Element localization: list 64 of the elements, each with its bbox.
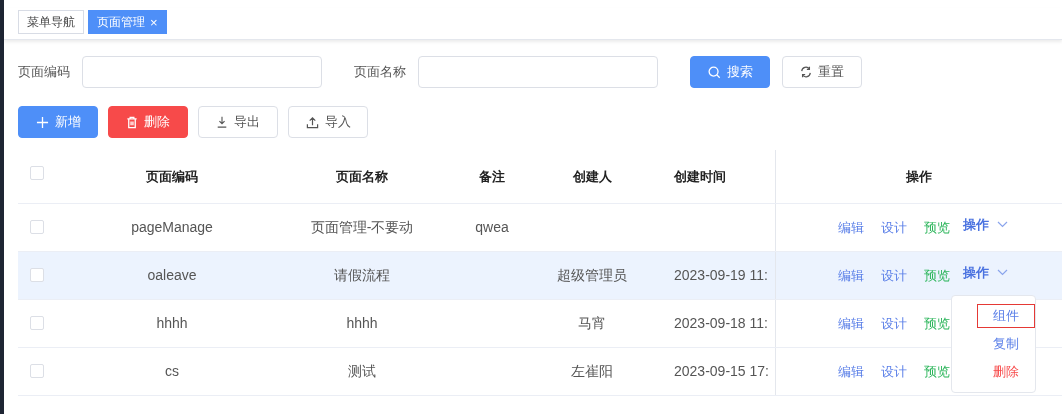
plus-icon xyxy=(35,115,49,129)
action-link[interactable]: 设计 xyxy=(881,313,907,334)
menu-item[interactable]: 删除 xyxy=(976,359,1035,384)
table-cell-text: hhhh xyxy=(156,314,188,333)
table-cell-text: 超级管理员 xyxy=(557,266,627,285)
action-link[interactable]: 设计 xyxy=(881,217,907,238)
nav-tab[interactable]: 页面管理 × xyxy=(88,10,167,34)
table-cell-text: cs xyxy=(165,362,179,381)
table-cell-text: 2023-09-18 11: xyxy=(674,314,768,333)
column-header: 页面编码 xyxy=(146,167,198,186)
menu-item[interactable]: 复制 xyxy=(976,331,1035,356)
action-link[interactable]: 编辑 xyxy=(838,265,864,286)
upload-icon xyxy=(305,115,319,129)
action-link[interactable]: 设计 xyxy=(881,265,907,286)
preview-link[interactable]: 预览 xyxy=(924,217,950,238)
download-button[interactable]: 导出 xyxy=(198,106,278,138)
checkbox[interactable] xyxy=(30,268,44,282)
checkbox[interactable] xyxy=(30,316,44,330)
table-cell-text: 2023-09-19 11: xyxy=(674,266,768,285)
field-label: 页面名称 xyxy=(354,63,406,82)
chevron-down-icon[interactable] xyxy=(997,269,1008,276)
preview-link[interactable]: 预览 xyxy=(924,265,950,286)
column-header: 操作 xyxy=(906,167,932,186)
field-label: 页面编码 xyxy=(18,63,70,82)
table-cell-text: qwea xyxy=(475,218,509,237)
column-header: 创建时间 xyxy=(674,167,726,186)
nav-tab[interactable]: 菜单导航 xyxy=(18,10,84,34)
reset-button[interactable]: 重置 xyxy=(782,56,862,88)
plus-button[interactable]: 新增 xyxy=(18,106,98,138)
column-header: 页面名称 xyxy=(336,167,388,186)
search-icon xyxy=(707,65,721,79)
input-field[interactable] xyxy=(418,56,658,88)
table-cell-text: 左崔阳 xyxy=(571,362,613,381)
checkbox[interactable] xyxy=(30,166,44,180)
chevron-down-icon[interactable] xyxy=(997,221,1008,228)
action-link[interactable]: 编辑 xyxy=(838,361,864,382)
more-dropdown-link[interactable]: 操作 xyxy=(963,214,989,235)
table-cell-text: pageManage xyxy=(131,218,213,237)
table-cell-text: hhhh xyxy=(346,314,378,333)
download-icon xyxy=(216,116,228,128)
action-link[interactable]: 编辑 xyxy=(838,217,864,238)
refresh-icon xyxy=(800,66,812,78)
table-cell-text: 马宵 xyxy=(578,314,606,333)
table-cell-text: 请假流程 xyxy=(334,266,390,285)
preview-link[interactable]: 预览 xyxy=(924,361,950,382)
table-cell-text: 页面管理-不要动 xyxy=(310,218,414,237)
trash-icon xyxy=(126,115,138,129)
upload-button[interactable]: 导入 xyxy=(288,106,368,138)
table-cell-text: oaleave xyxy=(147,266,197,285)
table-cell-text: 测试 xyxy=(348,362,376,381)
trash-button[interactable]: 删除 xyxy=(108,106,188,138)
action-link[interactable]: 设计 xyxy=(881,361,907,382)
checkbox[interactable] xyxy=(30,220,44,234)
search-button[interactable]: 搜索 xyxy=(690,56,770,88)
column-header: 备注 xyxy=(479,167,505,186)
preview-link[interactable]: 预览 xyxy=(924,313,950,334)
close-icon[interactable]: × xyxy=(150,15,158,29)
table-cell-text: 2023-09-15 17: xyxy=(674,362,769,381)
checkbox[interactable] xyxy=(30,364,44,378)
input-field[interactable] xyxy=(82,56,322,88)
more-dropdown-link[interactable]: 操作 xyxy=(963,262,989,283)
menu-item[interactable]: 组件 xyxy=(976,303,1035,328)
action-link[interactable]: 编辑 xyxy=(838,313,864,334)
column-header: 创建人 xyxy=(572,167,612,186)
